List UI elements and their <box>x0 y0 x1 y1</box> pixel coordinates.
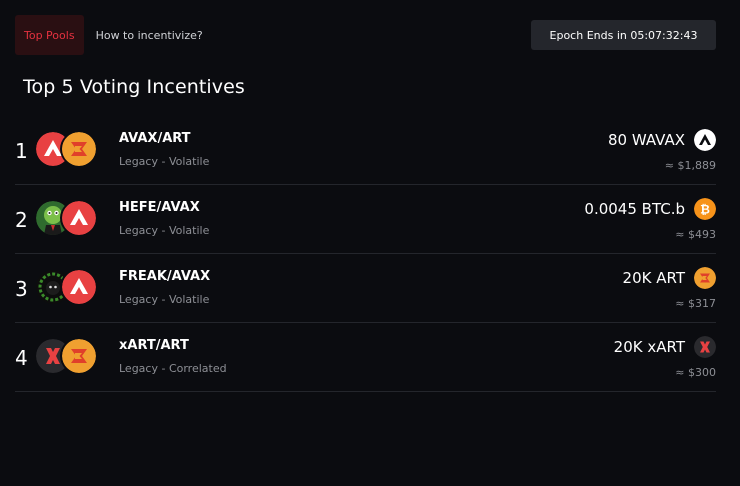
pool-type: Legacy - Volatile <box>119 293 210 306</box>
incentives-list: 1 AVAX/ART Legacy - Volatile 80 WAVAX ≈ … <box>15 116 716 392</box>
tab-how-to-incentivize[interactable]: How to incentivize? <box>86 15 213 55</box>
reward-usd-value: ≈ $317 <box>675 297 716 310</box>
btc-icon: ₿ <box>694 198 716 220</box>
reward: 20K ART <box>623 267 716 289</box>
rank-number: 1 <box>15 139 28 163</box>
incentive-row[interactable]: 1 AVAX/ART Legacy - Volatile 80 WAVAX ≈ … <box>15 116 716 185</box>
pool-type: Legacy - Volatile <box>119 224 210 237</box>
pool-type: Legacy - Correlated <box>119 362 227 375</box>
pool-name: FREAK/AVAX <box>119 269 211 284</box>
pair-icons <box>36 339 98 373</box>
art-icon <box>62 339 96 373</box>
rank-number: 4 <box>15 346 28 370</box>
reward-amount: 0.0045 BTC.b <box>584 200 685 218</box>
incentive-row[interactable]: 4 xART/ART Legacy - Correlated 20K xART … <box>15 323 716 392</box>
reward-amount: 20K xART <box>613 338 685 356</box>
reward-usd-value: ≈ $1,889 <box>664 159 716 172</box>
art-icon <box>62 132 96 166</box>
wavax-icon <box>694 129 716 151</box>
svg-text:₿: ₿ <box>700 203 710 217</box>
xart-icon <box>694 336 716 358</box>
incentive-row[interactable]: 2 HEFE/AVAX Legacy - Volatile 0.0045 BTC… <box>15 185 716 254</box>
pool-type: Legacy - Volatile <box>119 155 210 168</box>
pool-name: HEFE/AVAX <box>119 200 200 215</box>
reward-amount: 20K ART <box>622 269 685 287</box>
pool-name: AVAX/ART <box>119 131 191 146</box>
reward: 20K xART <box>614 336 716 358</box>
pool-name: xART/ART <box>119 338 189 353</box>
avax-icon <box>62 270 96 304</box>
art-icon <box>694 267 716 289</box>
reward: 0.0045 BTC.b ₿ <box>584 198 716 220</box>
reward-usd-value: ≈ $493 <box>675 228 716 241</box>
avax-icon <box>62 201 96 235</box>
pair-icons <box>36 201 98 235</box>
pair-icons <box>36 270 98 304</box>
pair-icons <box>36 132 98 166</box>
reward-usd-value: ≈ $300 <box>675 366 716 379</box>
epoch-countdown: Epoch Ends in 05:07:32:43 <box>531 20 716 50</box>
page-title: Top 5 Voting Incentives <box>23 76 245 98</box>
tab-bar: Top Pools How to incentivize? <box>15 15 213 55</box>
reward: 80 WAVAX <box>608 129 716 151</box>
reward-amount: 80 WAVAX <box>607 131 685 149</box>
rank-number: 3 <box>15 277 28 301</box>
rank-number: 2 <box>15 208 28 232</box>
incentive-row[interactable]: 3 FREAK/AVAX Legacy - Volatile 20K ART ≈… <box>15 254 716 323</box>
tab-top-pools[interactable]: Top Pools <box>15 15 84 55</box>
